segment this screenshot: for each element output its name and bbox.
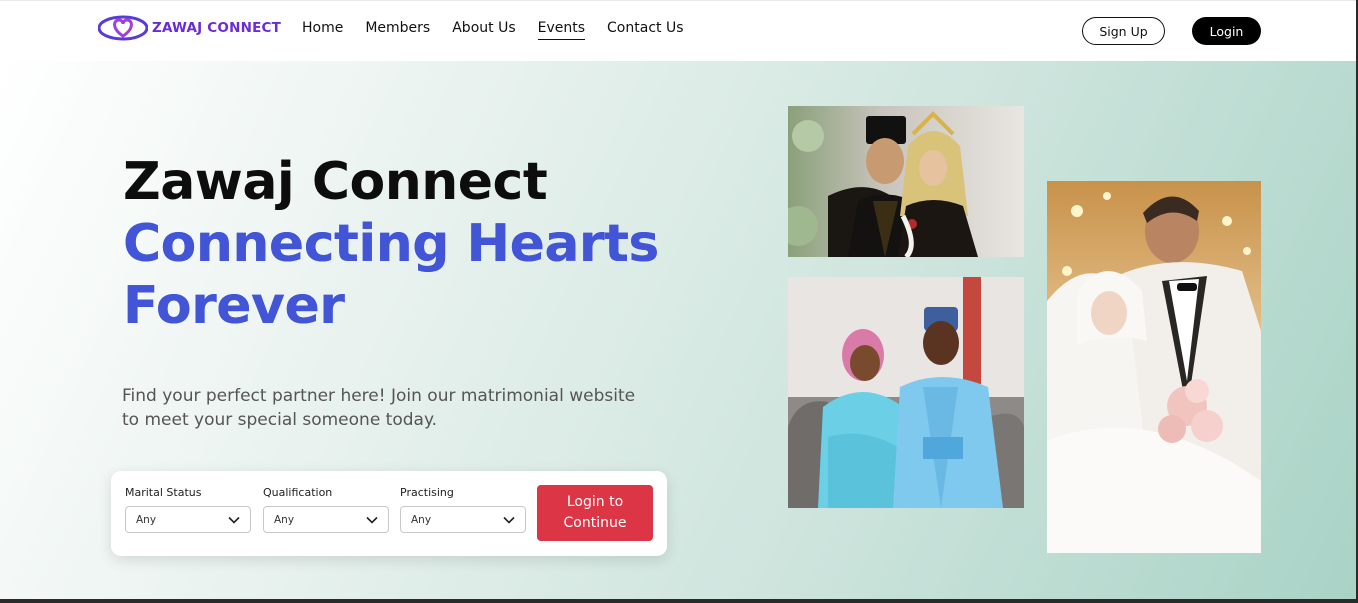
brand-logo[interactable]: ZAWAJ CONNECT [98, 14, 281, 42]
brand-name: ZAWAJ CONNECT [152, 20, 282, 36]
hero-section: Zawaj Connect Connecting Hearts Forever … [0, 61, 1356, 599]
practising-select[interactable]: Any [400, 506, 526, 533]
hero-title: Zawaj Connect [123, 152, 548, 212]
marital-status-value: Any [136, 513, 157, 526]
heart-rings-icon [98, 15, 148, 41]
chevron-down-icon [366, 516, 378, 524]
nav-about-us[interactable]: About Us [452, 20, 515, 40]
couple-traditional-photo [788, 106, 1024, 257]
site-header: ZAWAJ CONNECT Home Members About Us Even… [0, 0, 1356, 61]
page: ZAWAJ CONNECT Home Members About Us Even… [0, 0, 1356, 599]
nav-events[interactable]: Events [537, 20, 586, 40]
nav-members[interactable]: Members [365, 20, 430, 40]
qualification-label: Qualification [263, 486, 333, 499]
practising-field: Practising Any [400, 486, 526, 533]
marital-status-select[interactable]: Any [125, 506, 251, 533]
couple-white-wedding-photo [1047, 181, 1261, 553]
main-nav: Home Members About Us Events Contact Us [302, 20, 706, 40]
qualification-value: Any [274, 513, 295, 526]
practising-value: Any [411, 513, 432, 526]
marital-status-label: Marital Status [125, 486, 202, 499]
hero-description: Find your perfect partner here! Join our… [122, 386, 636, 430]
practising-label: Practising [400, 486, 454, 499]
couple-blue-attire-photo [788, 277, 1024, 508]
chevron-down-icon [503, 516, 515, 524]
window-edge-bottom [0, 599, 1358, 603]
hero-subtitle: Connecting Hearts Forever [123, 213, 683, 337]
search-card: Marital Status Any Qualification Any Pra… [111, 471, 667, 556]
login-button[interactable]: Login [1192, 17, 1261, 45]
marital-status-field: Marital Status Any [125, 486, 251, 533]
nav-home[interactable]: Home [302, 20, 343, 40]
qualification-field: Qualification Any [263, 486, 389, 533]
qualification-select[interactable]: Any [263, 506, 389, 533]
chevron-down-icon [228, 516, 240, 524]
sign-up-button[interactable]: Sign Up [1082, 17, 1165, 45]
nav-contact-us[interactable]: Contact Us [607, 20, 683, 40]
login-to-continue-button[interactable]: Login to Continue [537, 485, 653, 541]
